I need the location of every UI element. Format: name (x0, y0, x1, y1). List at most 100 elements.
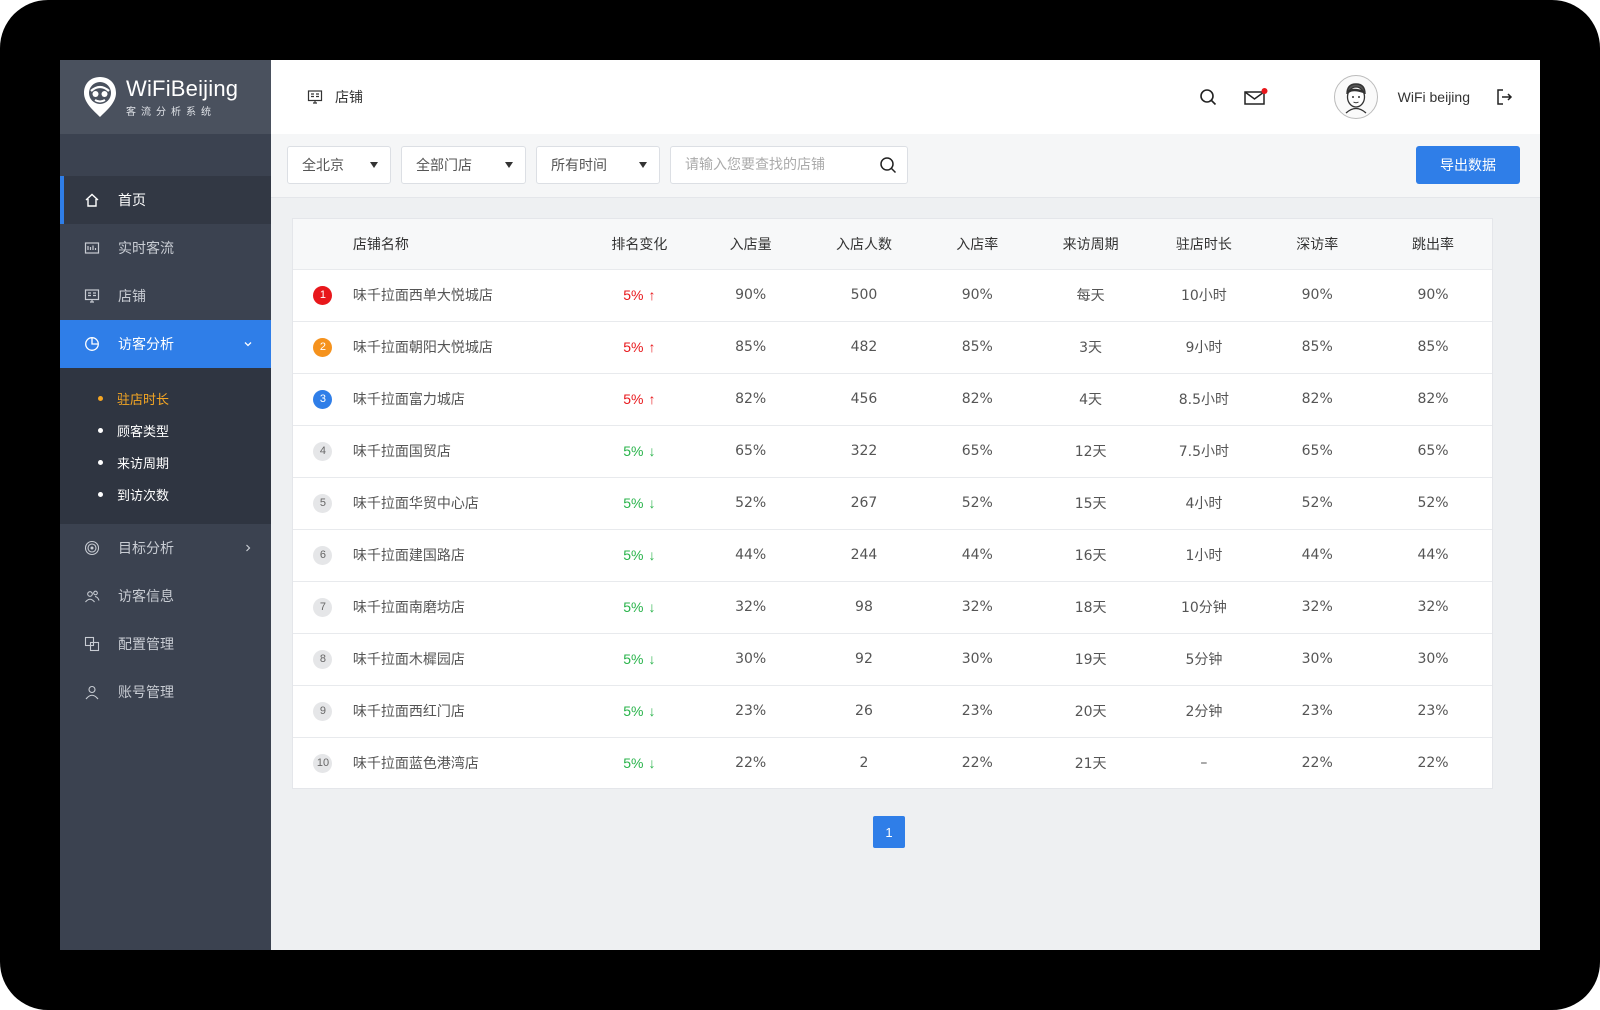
top-header: 店铺 WiFi beijing (271, 60, 1540, 134)
store-name: 味千拉面华贸中心店 (352, 477, 585, 530)
table-row[interactable]: 10 味千拉面蓝色港湾店 5% ↓ 22% 2 22% 21天 – 22% 22% (293, 737, 1492, 789)
cell-people: 482 (807, 321, 921, 374)
cell-stay: 1小时 (1147, 529, 1261, 582)
table-row[interactable]: 7 味千拉面南磨坊店 5% ↓ 32% 98 32% 18天 10分钟 32% 32% (293, 581, 1492, 634)
submenu-item-dwell-time[interactable]: 驻店时长 (60, 382, 271, 414)
export-data-button[interactable]: 导出数据 (1416, 146, 1520, 184)
cell-bounce: 32% (1374, 581, 1492, 634)
submenu-item-visit-count[interactable]: 到访次数 (60, 478, 271, 510)
arrow-up-icon: ↑ (648, 286, 656, 303)
cell-stay: 8.5小时 (1147, 373, 1261, 426)
rank-badge: 5 (313, 493, 333, 513)
store-select[interactable]: 全部门店 (401, 146, 526, 184)
rank-change-value: 5% (623, 650, 644, 667)
table-header: 排名变化 (584, 219, 695, 270)
cell-people: 98 (807, 581, 921, 634)
rank-cell: 4 (293, 425, 353, 478)
logo[interactable]: WiFiBeijing 客流分析系统 (60, 60, 271, 134)
table-header: 入店人数 (807, 219, 921, 270)
table-row[interactable]: 8 味千拉面木樨园店 5% ↓ 30% 92 30% 19天 5分钟 30% 30% (293, 633, 1492, 686)
store-name: 味千拉面蓝色港湾店 (352, 756, 479, 773)
sidebar-item-store[interactable]: 店铺 (60, 272, 271, 320)
table-header: 来访周期 (1033, 219, 1148, 270)
sidebar-item-home[interactable]: 首页 (60, 176, 271, 224)
config-icon (84, 636, 100, 652)
pagination-page-1[interactable]: 1 (873, 816, 905, 848)
sidebar-item-visitor-info[interactable]: 访客信息 (60, 572, 271, 620)
store-name: 味千拉面南磨坊店 (352, 581, 585, 634)
rank-badge: 8 (313, 649, 333, 669)
user-name[interactable]: WiFi beijing (1398, 89, 1470, 105)
cell-deep: 90% (1260, 269, 1375, 322)
store-name: 味千拉面建国路店 (352, 529, 585, 582)
rank-change-cell: 5% ↑ (584, 321, 695, 374)
cell-bounce: 65% (1374, 425, 1492, 478)
table-row[interactable]: 9 味千拉面西红门店 5% ↓ 23% 26 23% 20天 2分钟 23% 23% (293, 685, 1492, 738)
search-icon[interactable] (879, 156, 897, 178)
cell-rate: 85% (920, 321, 1034, 374)
submenu-item-customer-type[interactable]: 顾客类型 (60, 414, 271, 446)
arrow-down-icon: ↓ (648, 546, 656, 563)
table-row[interactable]: 6 味千拉面建国路店 5% ↓ 44% 244 44% 16天 1小时 44% 44% (293, 529, 1492, 582)
rank-change-value: 5% (623, 598, 644, 615)
logo-icon (84, 77, 116, 117)
sidebar-item-config[interactable]: 配置管理 (60, 620, 271, 668)
store-search (670, 146, 908, 184)
bullet-icon (98, 459, 103, 465)
rank-change-cell: 5% ↓ (584, 477, 695, 530)
region-select[interactable]: 全北京 (287, 146, 391, 184)
rank-change-cell: 5% ↓ (584, 425, 695, 478)
sidebar-item-realtime[interactable]: 实时客流 (60, 224, 271, 272)
sidebar-item-account[interactable]: 账号管理 (60, 668, 271, 716)
sidebar-item-label: 店铺 (118, 289, 146, 305)
search-input[interactable] (671, 147, 871, 183)
sidebar-nav: 首页 实时客流 店铺 访客分析 驻店时长 顾客类型 来访周期 到访次数 目标分析… (60, 176, 271, 716)
table-row[interactable]: 1 味千拉面西单大悦城店 5% ↑ 90% 500 90% 每天 10小时 90% 90% (293, 269, 1492, 322)
cell-rate: 32% (920, 581, 1034, 634)
home-icon (84, 192, 100, 208)
cell-cycle: 16天 (1033, 529, 1148, 582)
region-select-value: 全北京 (302, 158, 344, 174)
rank-badge: 3 (313, 389, 333, 409)
table-row[interactable]: 4 味千拉面国贸店 5% ↓ 65% 322 65% 12天 7.5小时 65% 65% (293, 425, 1492, 478)
arrow-down-icon: ↓ (648, 442, 656, 459)
table-row[interactable]: 5 味千拉面华贸中心店 5% ↓ 52% 267 52% 15天 4小时 52% 52% (293, 477, 1492, 530)
cell-cycle: 3天 (1033, 321, 1148, 374)
user-icon (84, 684, 100, 700)
rank-cell: 7 (293, 581, 353, 634)
target-icon (84, 540, 100, 556)
header-actions: WiFi beijing (1198, 60, 1540, 134)
arrow-down-icon: ↓ (648, 754, 656, 771)
app-title: WiFiBeijing (126, 75, 239, 101)
cell-entry: 52% (694, 477, 808, 530)
sidebar-item-visitor-analysis[interactable]: 访客分析 (60, 320, 271, 368)
submenu-item-visit-cycle[interactable]: 来访周期 (60, 446, 271, 478)
cell-rate: 23% (920, 685, 1034, 738)
search-icon[interactable] (1198, 87, 1218, 107)
cell-deep: 82% (1260, 373, 1375, 426)
logout-icon[interactable] (1494, 87, 1514, 107)
submenu-item-label: 来访周期 (117, 456, 170, 472)
rank-change-value: 5% (623, 338, 644, 355)
time-select[interactable]: 所有时间 (536, 146, 660, 184)
store-icon (307, 89, 323, 105)
cell-deep: 52% (1260, 477, 1375, 530)
table-row[interactable]: 2 味千拉面朝阳大悦城店 5% ↑ 85% 482 85% 3天 9小时 85% 85% (293, 321, 1492, 374)
rank-badge: 10 (313, 753, 333, 773)
rank-badge: 9 (313, 701, 333, 721)
sidebar-item-label: 账号管理 (118, 685, 174, 701)
bullet-icon (98, 491, 103, 497)
submenu-item-label: 到访次数 (117, 488, 170, 504)
rank-cell: 1 (293, 269, 353, 322)
avatar[interactable] (1333, 75, 1378, 119)
arrow-up-icon: ↑ (648, 390, 656, 407)
filter-toolbar: 全北京 全部门店 所有时间 导出数据 (271, 134, 1540, 198)
cell-rate: 22% (961, 755, 993, 772)
table-header: 跳出率 (1374, 219, 1492, 270)
table-row[interactable]: 3 味千拉面富力城店 5% ↑ 82% 456 82% 4天 8.5小时 82% 82% (293, 373, 1492, 426)
mail-icon[interactable] (1243, 87, 1268, 107)
sidebar-item-target-analysis[interactable]: 目标分析 (60, 524, 271, 572)
cell-entry: 32% (694, 581, 808, 634)
caret-down-icon (639, 162, 647, 168)
rank-change-value: 5% (623, 390, 644, 407)
